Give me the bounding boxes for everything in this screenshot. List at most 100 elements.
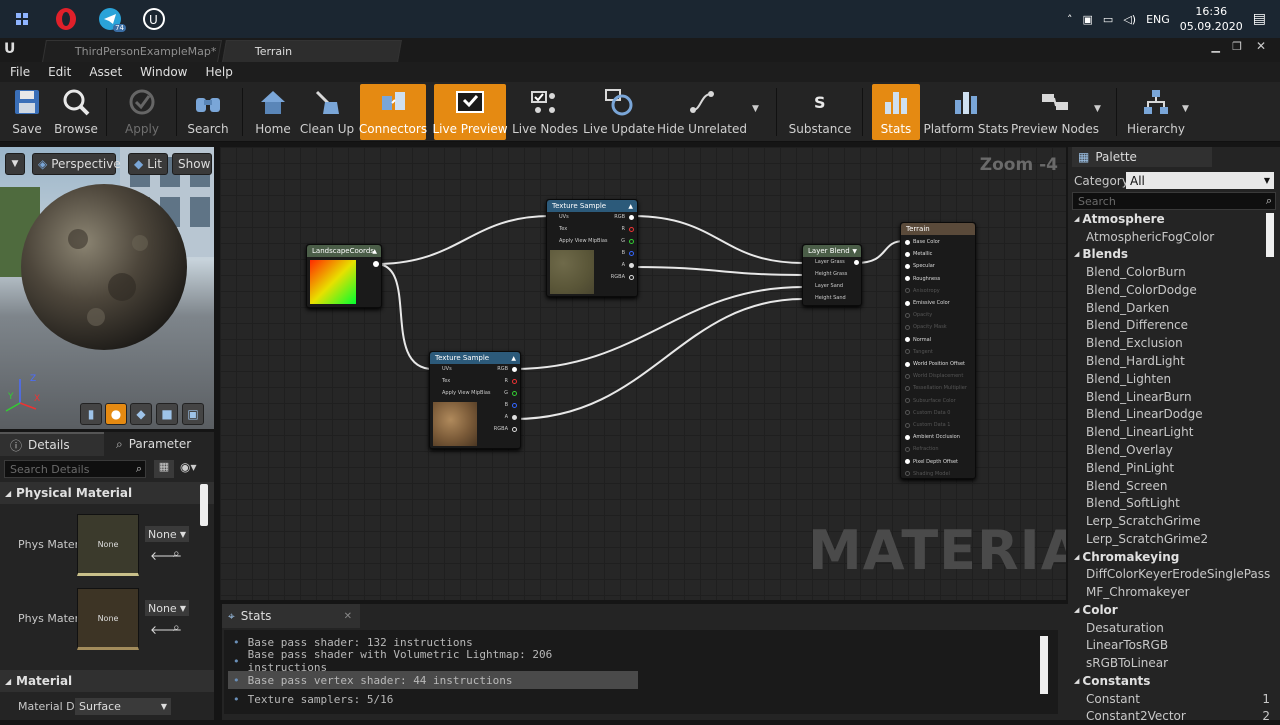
node-landscape-coords[interactable]: LandscapeCoords ▲ xyxy=(306,244,382,308)
palette-item[interactable]: sRGBToLinear xyxy=(1068,654,1280,672)
language-indicator[interactable]: ENG xyxy=(1146,13,1170,26)
node-texture-sample-1[interactable]: Texture Sample ▲ UVs Tex Apply View MipB… xyxy=(546,199,638,297)
perspective-button[interactable]: ◈ Perspective xyxy=(32,153,121,175)
palette-item[interactable]: MF_Chromakeyer xyxy=(1068,583,1280,601)
pin-rgba[interactable]: RGBA xyxy=(611,274,625,280)
close-icon[interactable]: ✕ xyxy=(344,611,352,622)
pin-layer-grass[interactable]: Layer Grass xyxy=(815,259,845,265)
palette-item[interactable]: DiffColorKeyerErodeSinglePass xyxy=(1068,565,1280,583)
stats-button[interactable]: Stats xyxy=(872,84,920,140)
palette-item[interactable]: Constant2Vector 2 xyxy=(1068,707,1280,725)
palette-item[interactable]: Blend_Screen xyxy=(1068,477,1280,495)
network-icon[interactable]: ▭ xyxy=(1103,13,1113,26)
palette-item[interactable]: Blend_ColorBurn xyxy=(1068,263,1280,281)
hierarchy-button[interactable]: Hierarchy xyxy=(1126,84,1186,140)
lit-button[interactable]: ◆ Lit xyxy=(128,153,168,175)
pin-rgb[interactable]: RGB xyxy=(614,214,625,220)
browse-search-icon[interactable]: ⌕ xyxy=(173,620,180,635)
collapse-icon[interactable]: ▲ xyxy=(628,203,633,210)
live-nodes-button[interactable]: Live Nodes xyxy=(512,84,578,140)
pin-mipbias[interactable]: Apply View MipBias xyxy=(559,238,608,244)
terrain-input-pin[interactable]: Metallic xyxy=(905,249,932,259)
palette-item[interactable]: Desaturation xyxy=(1068,619,1280,637)
palette-item[interactable]: LinearTosRGB xyxy=(1068,636,1280,654)
cube-preview-button[interactable]: ■ xyxy=(156,403,178,425)
terrain-input-pin[interactable]: Opacity xyxy=(905,310,932,320)
window-minimize-button[interactable]: ▁ xyxy=(1212,40,1220,53)
palette-item[interactable]: Blend_Overlay xyxy=(1068,441,1280,459)
hierarchy-dropdown-arrow[interactable]: ▼ xyxy=(1182,104,1189,114)
section-physical-material[interactable]: ◢ Physical Material xyxy=(0,482,214,504)
tab-terrain[interactable]: Terrain xyxy=(222,40,402,62)
search-button[interactable]: Search xyxy=(184,84,232,140)
pin-tex[interactable]: Tex xyxy=(559,226,567,232)
palette-item[interactable]: Blend_LinearDodge xyxy=(1068,405,1280,423)
pin-tex[interactable]: Tex xyxy=(442,378,450,384)
output-pin[interactable] xyxy=(854,260,859,265)
section-material[interactable]: ◢ Material xyxy=(0,670,214,692)
ue-logo-icon[interactable]: U xyxy=(4,41,15,57)
tab-details[interactable]: ⓘ Details xyxy=(0,432,104,456)
palette-item[interactable]: Blend_Darken xyxy=(1068,299,1280,317)
chevron-up-icon[interactable]: ˄ xyxy=(1067,13,1073,26)
unreal-icon[interactable]: U xyxy=(132,0,176,38)
terrain-input-pin[interactable]: Base Color xyxy=(905,237,940,247)
show-button[interactable]: Show xyxy=(172,153,212,175)
viewport-options-button[interactable]: ▼ xyxy=(5,153,25,175)
material-preview-viewport[interactable]: Z Y X ▼ ◈ Perspective ◆ Lit Show ▮ ● ◆ ■… xyxy=(0,147,214,429)
eye-icon[interactable]: ◉▾ xyxy=(180,460,197,474)
terrain-input-pin[interactable]: Pixel Depth Offset xyxy=(905,457,958,467)
material-domain-dropdown[interactable]: Surface ▼ xyxy=(75,698,171,715)
substance-button[interactable]: S Substance xyxy=(788,84,852,140)
palette-item[interactable]: Blend_HardLight xyxy=(1068,352,1280,370)
palette-search-input[interactable]: Search ⌕ xyxy=(1072,192,1276,210)
palette-item[interactable]: Lerp_ScratchGrime xyxy=(1068,512,1280,530)
node-terrain-result[interactable]: Terrain Base Color Metallic Specular Roughn… xyxy=(900,222,976,479)
live-preview-button[interactable]: Live Preview xyxy=(432,84,508,140)
pin-a[interactable]: A xyxy=(505,414,508,420)
pin-r[interactable]: R xyxy=(505,378,508,384)
sphere-preview-button[interactable]: ● xyxy=(105,403,127,425)
collapse-icon[interactable]: ▲ xyxy=(372,248,377,255)
terrain-input-pin[interactable]: Shading Model xyxy=(905,469,950,479)
scrollbar-thumb[interactable] xyxy=(200,484,208,526)
palette-category[interactable]: ◢ Chromakeying xyxy=(1068,548,1280,566)
pin-uvs[interactable]: UVs xyxy=(442,366,452,372)
browse-button[interactable]: Browse xyxy=(52,84,100,140)
preview-nodes-button[interactable]: Preview Nodes xyxy=(1011,84,1099,140)
terrain-input-pin[interactable]: Roughness xyxy=(905,274,940,284)
palette-item[interactable]: Blend_Difference xyxy=(1068,316,1280,334)
pin-height-sand[interactable]: Height Sand xyxy=(815,295,846,301)
collapse-icon[interactable]: ▲ xyxy=(511,355,516,362)
custom-mesh-preview-button[interactable]: ▣ xyxy=(182,403,204,425)
terrain-input-pin[interactable]: Custom Data 0 xyxy=(905,408,950,418)
palette-category[interactable]: ◢ Blends xyxy=(1068,245,1280,263)
pin-uvs[interactable]: UVs xyxy=(559,214,569,220)
tab-third-person-map[interactable]: ThirdPersonExampleMap* xyxy=(42,40,222,62)
pin-g[interactable]: G xyxy=(504,390,508,396)
platform-stats-button[interactable]: Platform Stats xyxy=(923,84,1009,140)
node-layer-blend[interactable]: Layer Blend ▼ Layer Grass Height Grass L… xyxy=(802,244,862,306)
phys-material-1-thumbnail[interactable]: None xyxy=(77,514,139,576)
pin-b[interactable]: B xyxy=(505,402,508,408)
clean-up-button[interactable]: Clean Up xyxy=(300,84,354,140)
terrain-input-pin[interactable]: World Position Offset xyxy=(905,359,965,369)
browse-search-icon[interactable]: ⌕ xyxy=(173,546,180,561)
palette-item[interactable]: Blend_Exclusion xyxy=(1068,334,1280,352)
view-options-grid-icon[interactable]: ▦ xyxy=(154,460,174,478)
terrain-input-pin[interactable]: Subsurface Color xyxy=(905,396,956,406)
menu-file[interactable]: File xyxy=(10,65,30,79)
node-texture-sample-2[interactable]: Texture Sample ▲ UVs Tex Apply View MipB… xyxy=(429,351,521,449)
opera-icon[interactable] xyxy=(44,0,88,38)
tab-palette[interactable]: ▦ Palette xyxy=(1072,147,1212,167)
save-button[interactable]: Save xyxy=(4,84,50,140)
volume-icon[interactable]: ◁) xyxy=(1123,13,1136,26)
telegram-icon[interactable]: 74 xyxy=(88,0,132,38)
home-button[interactable]: Home xyxy=(250,84,296,140)
pin-height-grass[interactable]: Height Grass xyxy=(815,271,847,277)
phys-material-2-thumbnail[interactable]: None xyxy=(77,588,139,650)
live-update-button[interactable]: Live Update xyxy=(583,84,655,140)
pin-g[interactable]: G xyxy=(621,238,625,244)
pin-mipbias[interactable]: Apply View MipBias xyxy=(442,390,491,396)
palette-item[interactable]: Lerp_ScratchGrime2 xyxy=(1068,530,1280,548)
